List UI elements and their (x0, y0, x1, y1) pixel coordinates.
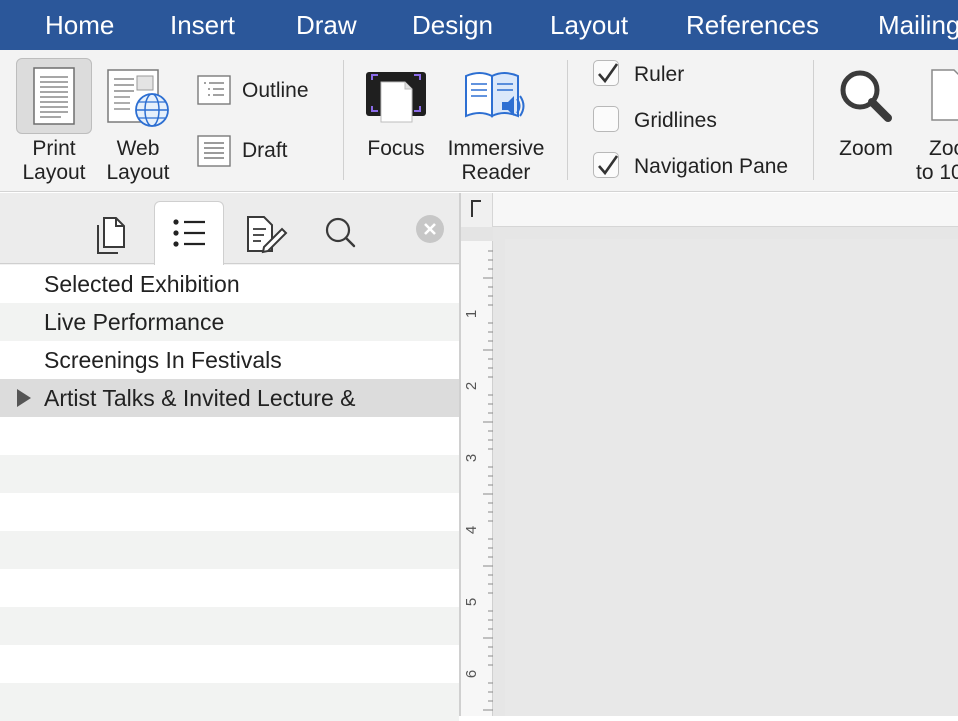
draft-icon[interactable] (196, 134, 232, 168)
tab-search[interactable] (306, 201, 376, 264)
print-layout-icon (33, 67, 75, 125)
search-icon (325, 217, 356, 248)
tab-thumbnails[interactable] (78, 201, 148, 264)
ruler-checkbox[interactable] (593, 60, 619, 86)
tab-draw[interactable]: Draw (296, 8, 357, 42)
checkmark-icon (598, 63, 619, 84)
navigation-pane-tabs (0, 193, 459, 265)
outline-icon[interactable] (196, 74, 232, 106)
tab-mailings[interactable]: Mailing (878, 8, 958, 42)
close-icon (424, 223, 436, 235)
ruler-number: 1 (463, 310, 480, 318)
tab-design[interactable]: Design (412, 8, 493, 42)
pages-icon (97, 217, 125, 254)
document-area: 1 2 3 4 5 6 (459, 193, 958, 716)
zoom-100-icon[interactable] (930, 68, 958, 122)
document-edit-icon (247, 216, 288, 254)
ruler-number: 5 (463, 598, 480, 606)
empty-row (0, 645, 459, 683)
web-layout-icon[interactable] (104, 62, 176, 134)
close-navigation-pane-button[interactable] (416, 215, 444, 243)
ruler-number: 6 (463, 670, 480, 678)
document-page[interactable] (505, 239, 958, 716)
gridlines-label[interactable]: Gridlines (634, 109, 717, 133)
web-layout-label[interactable]: Web Layout (98, 137, 178, 185)
tab-selector[interactable] (461, 193, 493, 227)
checkmark-icon (598, 155, 619, 176)
heading-label: Screenings In Festivals (44, 347, 282, 373)
heading-label: Selected Exhibition (44, 271, 240, 297)
empty-row (0, 493, 459, 531)
print-layout-button[interactable] (16, 58, 92, 134)
list-item[interactable]: Live Performance (0, 303, 459, 341)
expand-arrow-icon[interactable] (17, 389, 31, 407)
draft-button[interactable]: Draft (242, 139, 288, 163)
ruler-margin (461, 227, 493, 241)
list-icon (173, 219, 205, 247)
tab-headings[interactable] (154, 201, 224, 265)
zoom-100-label[interactable]: Zooto 10 (916, 137, 958, 185)
heading-label: Live Performance (44, 309, 225, 335)
navigation-pane-label[interactable]: Navigation Pane (634, 155, 788, 179)
immersive-reader-label[interactable]: Immersive Reader (440, 137, 552, 185)
zoom-button[interactable]: Zoom (826, 137, 906, 161)
tab-layout[interactable]: Layout (550, 8, 628, 42)
view-ribbon: Print Layout Web Layout Outline Draft Fo… (0, 50, 958, 192)
list-item[interactable]: Artist Talks & Invited Lecture & (0, 379, 459, 417)
ribbon-separator (567, 60, 568, 180)
magnifier-icon[interactable] (836, 66, 896, 126)
focus-icon[interactable] (364, 70, 428, 126)
left-tab-stop-icon (471, 200, 481, 217)
empty-row (0, 531, 459, 569)
gridlines-checkbox[interactable] (593, 106, 619, 132)
immersive-reader-icon[interactable] (462, 66, 526, 124)
ruler-number: 2 (463, 382, 480, 390)
ruler-number: 3 (463, 454, 480, 462)
empty-row (0, 683, 459, 721)
focus-button[interactable]: Focus (356, 137, 436, 161)
empty-row (0, 569, 459, 607)
heading-label: Artist Talks & Invited Lecture & (44, 385, 356, 411)
vertical-ruler-ticks: 1 2 3 4 5 6 (463, 250, 493, 711)
navigation-pane: Selected Exhibition Live Performance Scr… (0, 193, 459, 721)
ribbon-tab-bar: Home Insert Draw Design Layout Reference… (0, 0, 958, 50)
tab-references[interactable]: References (686, 8, 819, 42)
ribbon-separator (343, 60, 344, 180)
vertical-ruler[interactable]: 1 2 3 4 5 6 (461, 227, 493, 716)
ribbon-separator (813, 60, 814, 180)
navigation-pane-checkbox[interactable] (593, 152, 619, 178)
outline-button[interactable]: Outline (242, 79, 309, 103)
list-item[interactable]: Selected Exhibition (0, 265, 459, 303)
empty-row (0, 455, 459, 493)
tab-edits[interactable] (230, 201, 300, 264)
tab-insert[interactable]: Insert (170, 8, 235, 42)
empty-row (0, 417, 459, 455)
tab-home[interactable]: Home (45, 8, 114, 42)
headings-list: Selected Exhibition Live Performance Scr… (0, 265, 459, 721)
empty-row (0, 607, 459, 645)
ruler-label[interactable]: Ruler (634, 63, 684, 87)
horizontal-ruler[interactable] (461, 193, 958, 227)
list-item[interactable]: Screenings In Festivals (0, 341, 459, 379)
ruler-number: 4 (463, 526, 480, 534)
print-layout-label: Print Layout (22, 137, 86, 184)
